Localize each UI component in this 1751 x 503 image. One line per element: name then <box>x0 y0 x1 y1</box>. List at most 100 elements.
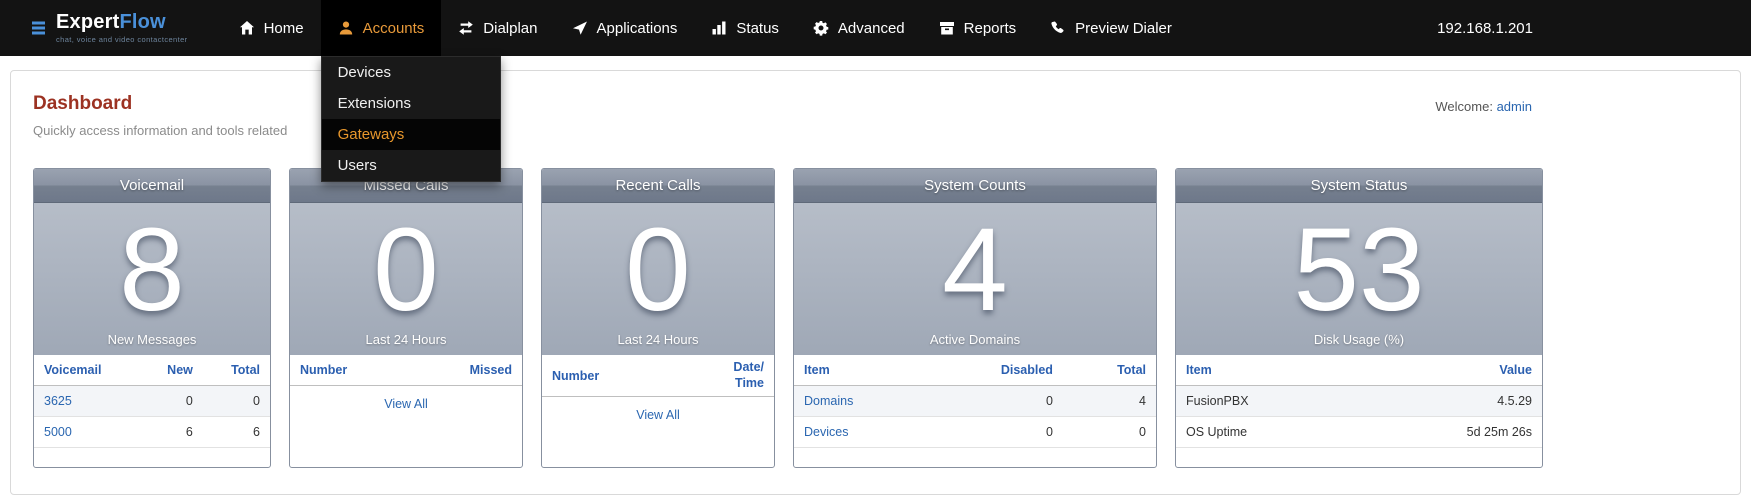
nav-item-status[interactable]: Status <box>694 0 796 56</box>
brand-bars-icon <box>30 19 48 37</box>
table-row: 5000 6 6 <box>34 417 270 448</box>
view-all-row: View All <box>542 397 774 434</box>
column-header: Disabled <box>926 355 1063 386</box>
table-cell: 6 <box>140 417 203 448</box>
card-recent-calls-header[interactable]: Recent Calls <box>542 169 774 203</box>
menu-item-gateways[interactable]: Gateways <box>322 119 500 150</box>
table-row: Domains 0 4 <box>794 386 1156 417</box>
card-voicemail-header[interactable]: Voicemail <box>34 169 270 203</box>
card-system-counts-value-label: Active Domains <box>794 332 1156 347</box>
column-header: Item <box>794 355 926 386</box>
nav-item-home[interactable]: Home <box>222 0 321 56</box>
nav-item-reports[interactable]: Reports <box>922 0 1034 56</box>
table-cell: FusionPBX <box>1176 386 1356 417</box>
nav-item-applications[interactable]: Applications <box>555 0 695 56</box>
menu-item-extensions[interactable]: Extensions <box>322 88 500 119</box>
card-missed-calls-value-label: Last 24 Hours <box>290 332 522 347</box>
card-system-counts-body: 4 Active Domains <box>794 203 1156 355</box>
nav-item-label: Home <box>264 20 304 37</box>
nav-item-accounts[interactable]: Accounts Devices Extensions Gateways Use… <box>321 0 442 56</box>
column-header: Number <box>290 355 410 386</box>
system-counts-table: Item Disabled Total Domains 0 4 Devices … <box>794 355 1156 448</box>
card-recent-calls-value: 0 <box>625 211 691 329</box>
card-voicemail-value: 8 <box>119 211 185 329</box>
card-voicemail-body: 8 New Messages <box>34 203 270 355</box>
gear-icon <box>813 20 829 36</box>
nav-item-label: Accounts <box>363 20 425 37</box>
table-row: FusionPBX 4.5.29 <box>1176 386 1542 417</box>
nav-item-label: Dialplan <box>483 20 537 37</box>
nav-item-advanced[interactable]: Advanced <box>796 0 922 56</box>
bar-chart-icon <box>711 20 727 36</box>
card-system-counts-header[interactable]: System Counts <box>794 169 1156 203</box>
column-header: New <box>140 355 203 386</box>
column-header: Value <box>1356 355 1542 386</box>
column-header: Total <box>1063 355 1156 386</box>
card-system-counts-value: 4 <box>942 211 1008 329</box>
main-menu: Home Accounts Devices Extensions Gateway… <box>222 0 1189 56</box>
exchange-arrows-icon <box>458 20 474 36</box>
brand-tagline: chat, voice and video contactcenter <box>56 35 188 44</box>
card-system-counts: System Counts 4 Active Domains Item Disa… <box>793 168 1157 468</box>
card-voicemail-value-label: New Messages <box>34 332 270 347</box>
card-missed-calls-body: 0 Last 24 Hours <box>290 203 522 355</box>
voicemail-box-link[interactable]: 5000 <box>44 425 72 439</box>
missed-calls-view-all-link[interactable]: View All <box>384 397 428 411</box>
dashboard-cards: Voicemail 8 New Messages Voicemail New T… <box>33 168 1718 468</box>
table-cell: 4.5.29 <box>1356 386 1542 417</box>
table-cell: Devices <box>794 417 926 448</box>
missed-calls-table: Number Missed <box>290 355 522 386</box>
nav-item-dialplan[interactable]: Dialplan <box>441 0 554 56</box>
card-recent-calls: Recent Calls 0 Last 24 Hours Number Date… <box>541 168 775 468</box>
table-cell: 4 <box>1063 386 1156 417</box>
table-cell: 0 <box>926 386 1063 417</box>
column-header: Number <box>542 355 674 397</box>
home-icon <box>239 20 255 36</box>
welcome-text: Welcome: admin <box>1435 99 1532 114</box>
table-row: OS Uptime 5d 25m 26s <box>1176 417 1542 448</box>
card-recent-calls-value-label: Last 24 Hours <box>542 332 774 347</box>
nav-item-label: Applications <box>597 20 678 37</box>
paper-plane-icon <box>572 20 588 36</box>
nav-item-label: Status <box>736 20 779 37</box>
content-panel: Dashboard Quickly access information and… <box>10 70 1741 495</box>
top-navbar: ExpertFlow chat, voice and video contact… <box>0 0 1751 56</box>
table-cell: Domains <box>794 386 926 417</box>
view-all-row: View All <box>290 386 522 423</box>
voicemail-box-link[interactable]: 3625 <box>44 394 72 408</box>
welcome-user-link[interactable]: admin <box>1497 99 1532 114</box>
archive-box-icon <box>939 20 955 36</box>
table-cell: 0 <box>203 386 270 417</box>
phone-icon <box>1050 20 1066 36</box>
system-status-table: Item Value FusionPBX 4.5.29 OS Uptime 5d… <box>1176 355 1542 448</box>
devices-link[interactable]: Devices <box>804 425 848 439</box>
recent-calls-table: Number Date/ Time <box>542 355 774 397</box>
menu-item-devices[interactable]: Devices <box>322 57 500 88</box>
nav-item-preview-dialer[interactable]: Preview Dialer <box>1033 0 1189 56</box>
column-header: Date/ Time <box>674 355 774 397</box>
card-system-status: System Status 53 Disk Usage (%) Item Val… <box>1175 168 1543 468</box>
page-subtitle: Quickly access information and tools rel… <box>33 123 1718 138</box>
column-header: Item <box>1176 355 1356 386</box>
nav-item-label: Preview Dialer <box>1075 20 1172 37</box>
voicemail-table: Voicemail New Total 3625 0 0 5000 6 6 <box>34 355 270 448</box>
card-voicemail: Voicemail 8 New Messages Voicemail New T… <box>33 168 271 468</box>
table-row: Devices 0 0 <box>794 417 1156 448</box>
card-recent-calls-body: 0 Last 24 Hours <box>542 203 774 355</box>
column-header: Missed <box>410 355 522 386</box>
welcome-label: Welcome: <box>1435 99 1493 114</box>
ip-address: 192.168.1.201 <box>1437 0 1533 56</box>
table-cell: 5d 25m 26s <box>1356 417 1542 448</box>
recent-calls-view-all-link[interactable]: View All <box>636 408 680 422</box>
card-system-status-header[interactable]: System Status <box>1176 169 1542 203</box>
domains-link[interactable]: Domains <box>804 394 853 408</box>
card-missed-calls-value: 0 <box>373 211 439 329</box>
brand-logo[interactable]: ExpertFlow chat, voice and video contact… <box>0 0 202 56</box>
table-cell: 0 <box>926 417 1063 448</box>
brand-name: ExpertFlow <box>56 12 188 32</box>
table-cell: OS Uptime <box>1176 417 1356 448</box>
menu-item-users[interactable]: Users <box>322 150 500 181</box>
table-cell: 3625 <box>34 386 140 417</box>
nav-item-label: Advanced <box>838 20 905 37</box>
card-system-status-value: 53 <box>1293 211 1424 329</box>
